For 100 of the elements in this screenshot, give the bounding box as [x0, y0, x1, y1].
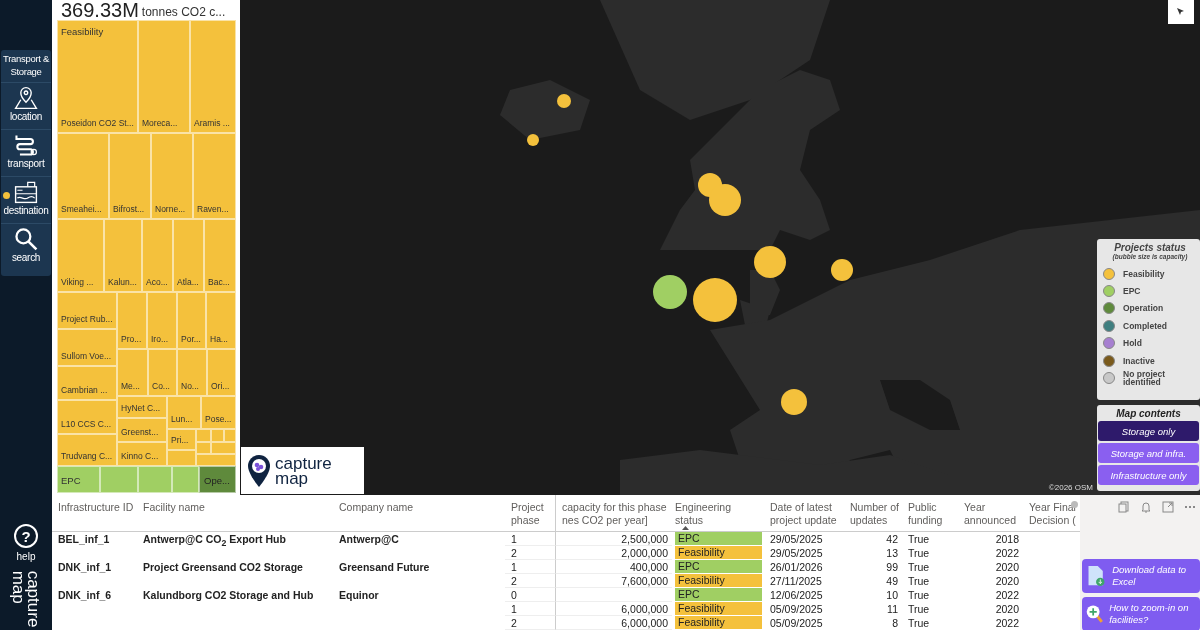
copy-icon[interactable]: [1118, 501, 1130, 513]
map-filter-button[interactable]: Infrastructure only: [1098, 465, 1199, 485]
treemap-cell[interactable]: HyNet C...: [117, 396, 167, 418]
treemap-cell[interactable]: Kinno C...: [117, 442, 167, 466]
table-cell: 2018: [995, 533, 1019, 545]
excel-file-icon: [1086, 563, 1107, 589]
table-cell: 42: [886, 533, 898, 545]
map-filter-button[interactable]: Storage only: [1098, 421, 1199, 441]
column-header[interactable]: Project phase: [505, 495, 555, 531]
table-cell: 49: [886, 575, 898, 587]
treemap-cell[interactable]: Pro...: [117, 292, 147, 349]
table-cell: 7,600,000: [555, 574, 672, 588]
treemap-label: Aramis ...: [194, 118, 230, 128]
treemap-cell[interactable]: Por...: [177, 292, 206, 349]
treemap-cell[interactable]: [196, 429, 211, 442]
nav-item[interactable]: location: [1, 82, 51, 129]
table-cell: 400,000: [555, 560, 672, 574]
treemap-cell[interactable]: Moreca...: [138, 20, 190, 133]
treemap-cell[interactable]: Norne...: [151, 133, 193, 219]
total-capacity-unit: tonnes CO2 c...: [141, 5, 226, 20]
more-icon[interactable]: [1184, 505, 1196, 509]
legend-label: Operation: [1123, 304, 1164, 313]
bell-icon[interactable]: [1140, 501, 1152, 513]
table-cell: 29/05/2025: [770, 533, 823, 545]
treemap-cell[interactable]: [138, 466, 172, 493]
column-header[interactable]: Company name: [333, 495, 505, 531]
map-filter-button[interactable]: Storage and infra.: [1098, 443, 1199, 463]
treemap-cell[interactable]: L10 CCS C...: [57, 400, 117, 434]
treemap-cell[interactable]: [224, 429, 236, 442]
nav-item[interactable]: transport: [1, 129, 51, 176]
column-header[interactable]: Infrastructure ID: [52, 495, 137, 531]
table-cell: True: [908, 603, 930, 615]
treemap-cell[interactable]: Kalun...: [104, 219, 142, 292]
treemap-cell[interactable]: Project Rub...: [57, 292, 117, 329]
treemap-cell[interactable]: Bifrost...: [109, 133, 151, 219]
treemap-cell[interactable]: [167, 450, 196, 466]
treemap-cell[interactable]: [196, 454, 236, 466]
treemap-cell[interactable]: Iro...: [147, 292, 177, 349]
treemap-cell[interactable]: [100, 466, 138, 493]
treemap-cell[interactable]: Aramis ...: [190, 20, 236, 133]
legend-label: EPC: [1123, 287, 1141, 296]
column-header[interactable]: Facility name: [137, 495, 333, 531]
status-cell: EPC: [675, 532, 762, 545]
table-cell: Antwerp@C: [339, 533, 399, 545]
nav-item[interactable]: destination: [1, 176, 51, 223]
treemap-cell[interactable]: [172, 466, 199, 493]
treemap-cell[interactable]: Viking ...: [57, 219, 104, 292]
table-cell: 2: [505, 574, 555, 588]
treemap-cell[interactable]: Greenst...: [117, 418, 167, 442]
treemap-cell[interactable]: Ori...: [207, 349, 236, 396]
treemap-label: Norne...: [155, 204, 186, 214]
treemap-label: Bac...: [208, 277, 230, 287]
treemap-cell[interactable]: Ha...: [206, 292, 236, 349]
treemap-cell[interactable]: Co...: [148, 349, 177, 396]
treemap-cell[interactable]: Cambrian ...: [57, 366, 117, 400]
treemap-cell[interactable]: Feasibility Poseidon CO2 St...: [57, 20, 138, 133]
treemap-cell[interactable]: Lun...: [167, 396, 201, 429]
treemap-cell[interactable]: [196, 442, 211, 454]
treemap-cell[interactable]: Raven...: [193, 133, 236, 219]
nav-item[interactable]: search: [1, 223, 51, 270]
treemap-cell[interactable]: Ope...: [199, 466, 236, 493]
column-header[interactable]: Date of latest project update: [764, 495, 844, 531]
treemap-cell[interactable]: Atla...: [173, 219, 204, 292]
search-icon: [13, 226, 39, 252]
table-cell: 6,000,000: [555, 602, 672, 616]
treemap-cell[interactable]: Pose...: [201, 396, 236, 429]
treemap-label: Greenst...: [121, 427, 159, 437]
treemap-cell[interactable]: Sullom Voe...: [57, 329, 117, 366]
column-header[interactable]: Number of updates: [844, 495, 902, 531]
treemap-cell[interactable]: Trudvang C...: [57, 434, 117, 466]
table-cell: 0: [505, 588, 555, 602]
treemap-cell[interactable]: EPC: [57, 466, 100, 493]
table-cell: 2: [505, 616, 555, 630]
table-cell: 2,000,000: [555, 546, 672, 560]
download-button[interactable]: Download data to Excel: [1082, 559, 1200, 593]
status-cell: Feasibility: [675, 602, 762, 615]
help-button[interactable]: How to zoom-in on facilities?: [1082, 597, 1200, 630]
column-header[interactable]: capacity for this phase nes CO2 per year]: [555, 495, 672, 531]
treemap-cell[interactable]: [211, 429, 224, 442]
treemap-cell[interactable]: Bac...: [204, 219, 236, 292]
column-header[interactable]: Year announced: [958, 495, 1023, 531]
treemap-label: Por...: [181, 334, 201, 344]
treemap-cell[interactable]: No...: [177, 349, 207, 396]
treemap-cell[interactable]: Aco...: [142, 219, 173, 292]
treemap-cell[interactable]: Smeahei...: [57, 133, 109, 219]
select-tool-button[interactable]: [1168, 0, 1194, 24]
table-cell: Greensand Future: [339, 561, 430, 573]
treemap-label: Aco...: [146, 277, 168, 287]
treemap-label: Sullom Voe...: [61, 351, 112, 361]
treemap-label: Kinno C...: [121, 451, 159, 461]
treemap-cell[interactable]: Me...: [117, 349, 148, 396]
table-cell: 6,000,000: [555, 616, 672, 630]
expand-icon[interactable]: [1162, 501, 1174, 513]
column-header[interactable]: Public funding: [902, 495, 958, 531]
treemap-cell[interactable]: [211, 442, 236, 454]
treemap-label: Ha...: [210, 334, 228, 344]
treemap-cell[interactable]: Pri...: [167, 429, 196, 450]
table-cell: DNK_inf_1: [58, 561, 112, 573]
column-header[interactable]: Engineering status: [672, 495, 764, 531]
table-cell: 99: [886, 561, 898, 573]
